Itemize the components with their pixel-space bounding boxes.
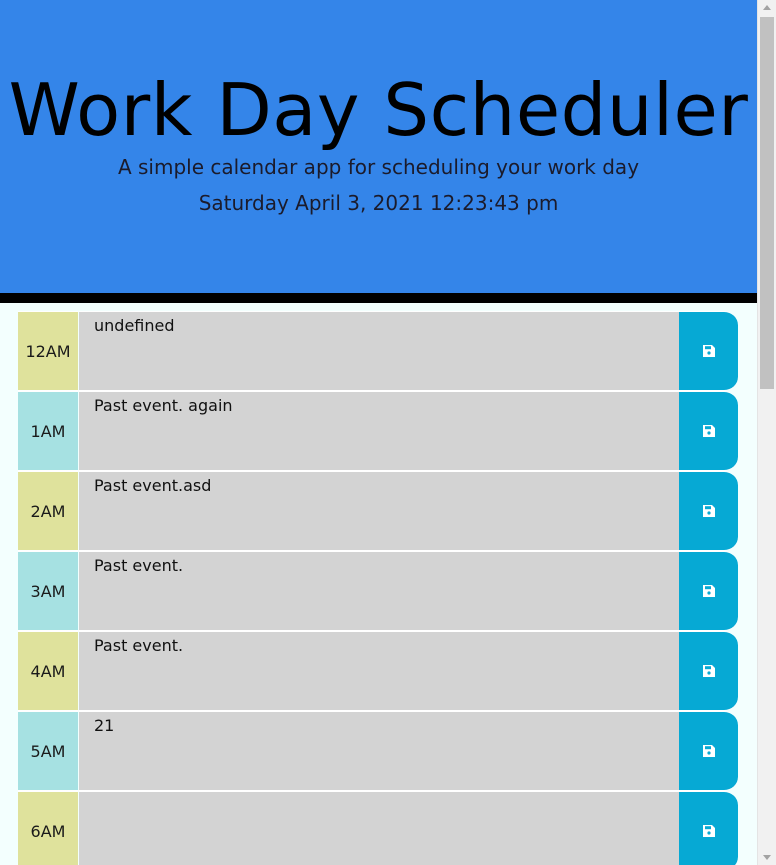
time-block: 1AM Past event. again xyxy=(18,391,738,471)
hour-label: 3AM xyxy=(18,551,79,631)
event-textarea[interactable] xyxy=(79,791,679,865)
save-button[interactable] xyxy=(679,471,738,551)
hour-label: 12AM xyxy=(18,311,79,391)
save-button[interactable] xyxy=(679,711,738,791)
time-block: 12AM undefined xyxy=(18,311,738,391)
event-textarea[interactable]: 21 xyxy=(79,711,679,791)
save-button[interactable] xyxy=(679,311,738,391)
save-button[interactable] xyxy=(679,631,738,711)
event-textarea[interactable]: Past event. xyxy=(79,631,679,711)
header-banner: Work Day Scheduler A simple calendar app… xyxy=(0,0,757,303)
current-date: Saturday April 3, 2021 12:23:43 pm xyxy=(198,191,559,215)
time-block: 3AM Past event. xyxy=(18,551,738,631)
page-subtitle: A simple calendar app for scheduling you… xyxy=(117,155,640,179)
hour-label: 2AM xyxy=(18,471,79,551)
save-button[interactable] xyxy=(679,391,738,471)
save-icon xyxy=(702,585,715,597)
hour-label: 4AM xyxy=(18,631,79,711)
scroll-thumb[interactable] xyxy=(760,17,774,389)
scroll-down-arrow-icon[interactable] xyxy=(763,855,771,860)
save-icon xyxy=(702,345,715,357)
event-textarea[interactable]: Past event.asd xyxy=(79,471,679,551)
time-block: 2AM Past event.asd xyxy=(18,471,738,551)
event-textarea[interactable]: Past event. again xyxy=(79,391,679,471)
save-button[interactable] xyxy=(679,791,738,865)
time-block-list: 12AM undefined 1AM Past event. again 2AM… xyxy=(18,311,738,865)
save-icon xyxy=(702,745,715,757)
scroll-up-arrow-icon[interactable] xyxy=(763,5,771,10)
hour-label: 6AM xyxy=(18,791,79,865)
time-block: 4AM Past event. xyxy=(18,631,738,711)
save-icon xyxy=(702,505,715,517)
event-textarea[interactable]: undefined xyxy=(79,311,679,391)
hour-label: 1AM xyxy=(18,391,79,471)
save-icon xyxy=(702,665,715,677)
hour-label: 5AM xyxy=(18,711,79,791)
save-icon xyxy=(702,825,715,837)
save-button[interactable] xyxy=(679,551,738,631)
save-icon xyxy=(702,425,715,437)
event-textarea[interactable]: Past event. xyxy=(79,551,679,631)
time-block: 6AM xyxy=(18,791,738,865)
time-block: 5AM 21 xyxy=(18,711,738,791)
scheduler-page: Work Day Scheduler A simple calendar app… xyxy=(0,0,757,865)
page-title: Work Day Scheduler xyxy=(8,68,749,152)
vertical-scrollbar[interactable] xyxy=(757,0,776,865)
